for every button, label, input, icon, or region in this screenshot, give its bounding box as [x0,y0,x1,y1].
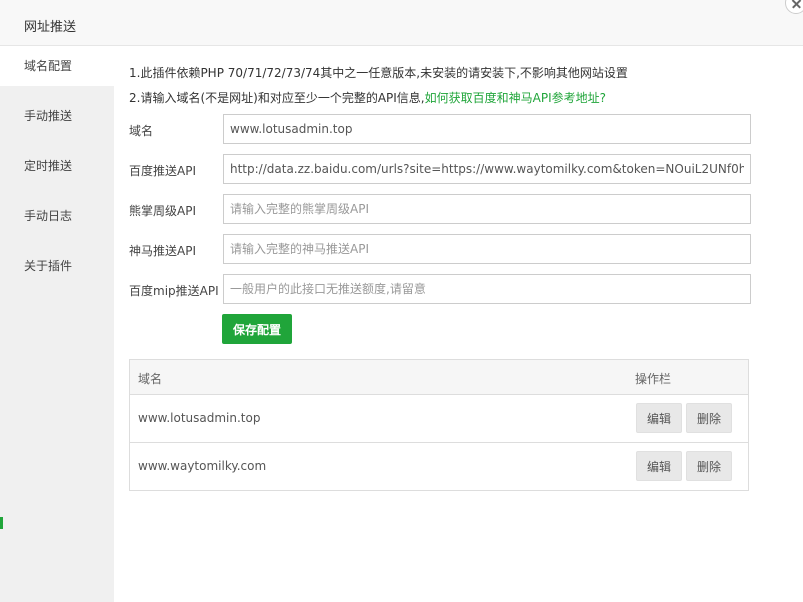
shenma-api-label: 神马推送API [129,244,196,258]
sidebar-item-scheduled-push[interactable]: 定时推送 [0,146,114,186]
xiongzhang-api-input[interactable] [223,194,751,224]
note-line-2-text: 2.请输入域名(不是网址)和对应至少一个完整的API信息, [129,91,425,105]
sidebar-item-domain-config[interactable]: 域名配置 [0,46,114,86]
delete-button[interactable]: 删除 [686,451,732,481]
table-header-domain: 域名 [138,372,163,386]
api-help-link[interactable]: 如何获取百度和神马API参考地址? [425,91,606,105]
xiongzhang-api-label: 熊掌周级API [129,204,196,218]
domain-table: 域名 操作栏 www.lotusadmin.top 编辑 删除 www.wayt… [129,359,749,491]
mip-api-input[interactable] [223,274,751,304]
table-row: www.lotusadmin.top 编辑 删除 [130,395,748,443]
table-header: 域名 操作栏 [130,360,748,395]
save-config-button[interactable]: 保存配置 [222,314,292,344]
note-line-1: 1.此插件依赖PHP 70/71/72/73/74其中之一任意版本,未安装的请安… [129,66,628,80]
url-push-dialog: 网址推送 域名配置 手动推送 定时推送 手动日志 关于插件 1.此插件依赖PHP… [0,0,803,602]
note-line-2: 2.请输入域名(不是网址)和对应至少一个完整的API信息,如何获取百度和神马AP… [129,89,606,106]
sidebar: 域名配置 手动推送 定时推送 手动日志 关于插件 [0,46,114,602]
sidebar-item-about-plugin[interactable]: 关于插件 [0,246,114,286]
dialog-title-bar: 网址推送 [0,0,803,46]
mip-api-label: 百度mip推送API [129,284,219,298]
table-cell-domain: www.waytomilky.com [138,459,267,473]
edit-button[interactable]: 编辑 [636,451,682,481]
sidebar-accent-mark [0,517,3,529]
baidu-api-input[interactable] [223,154,751,184]
main-content: 1.此插件依赖PHP 70/71/72/73/74其中之一任意版本,未安装的请安… [114,46,803,602]
baidu-api-label: 百度推送API [129,164,196,178]
table-row: www.waytomilky.com 编辑 删除 [130,443,748,490]
table-cell-domain: www.lotusadmin.top [138,411,261,425]
domain-input[interactable] [223,114,751,144]
dialog-title: 网址推送 [24,20,77,35]
domain-label: 域名 [129,124,154,138]
shenma-api-input[interactable] [223,234,751,264]
table-header-ops: 操作栏 [635,372,672,386]
sidebar-item-manual-log[interactable]: 手动日志 [0,196,114,236]
delete-button[interactable]: 删除 [686,403,732,433]
edit-button[interactable]: 编辑 [636,403,682,433]
sidebar-item-manual-push[interactable]: 手动推送 [0,96,114,136]
